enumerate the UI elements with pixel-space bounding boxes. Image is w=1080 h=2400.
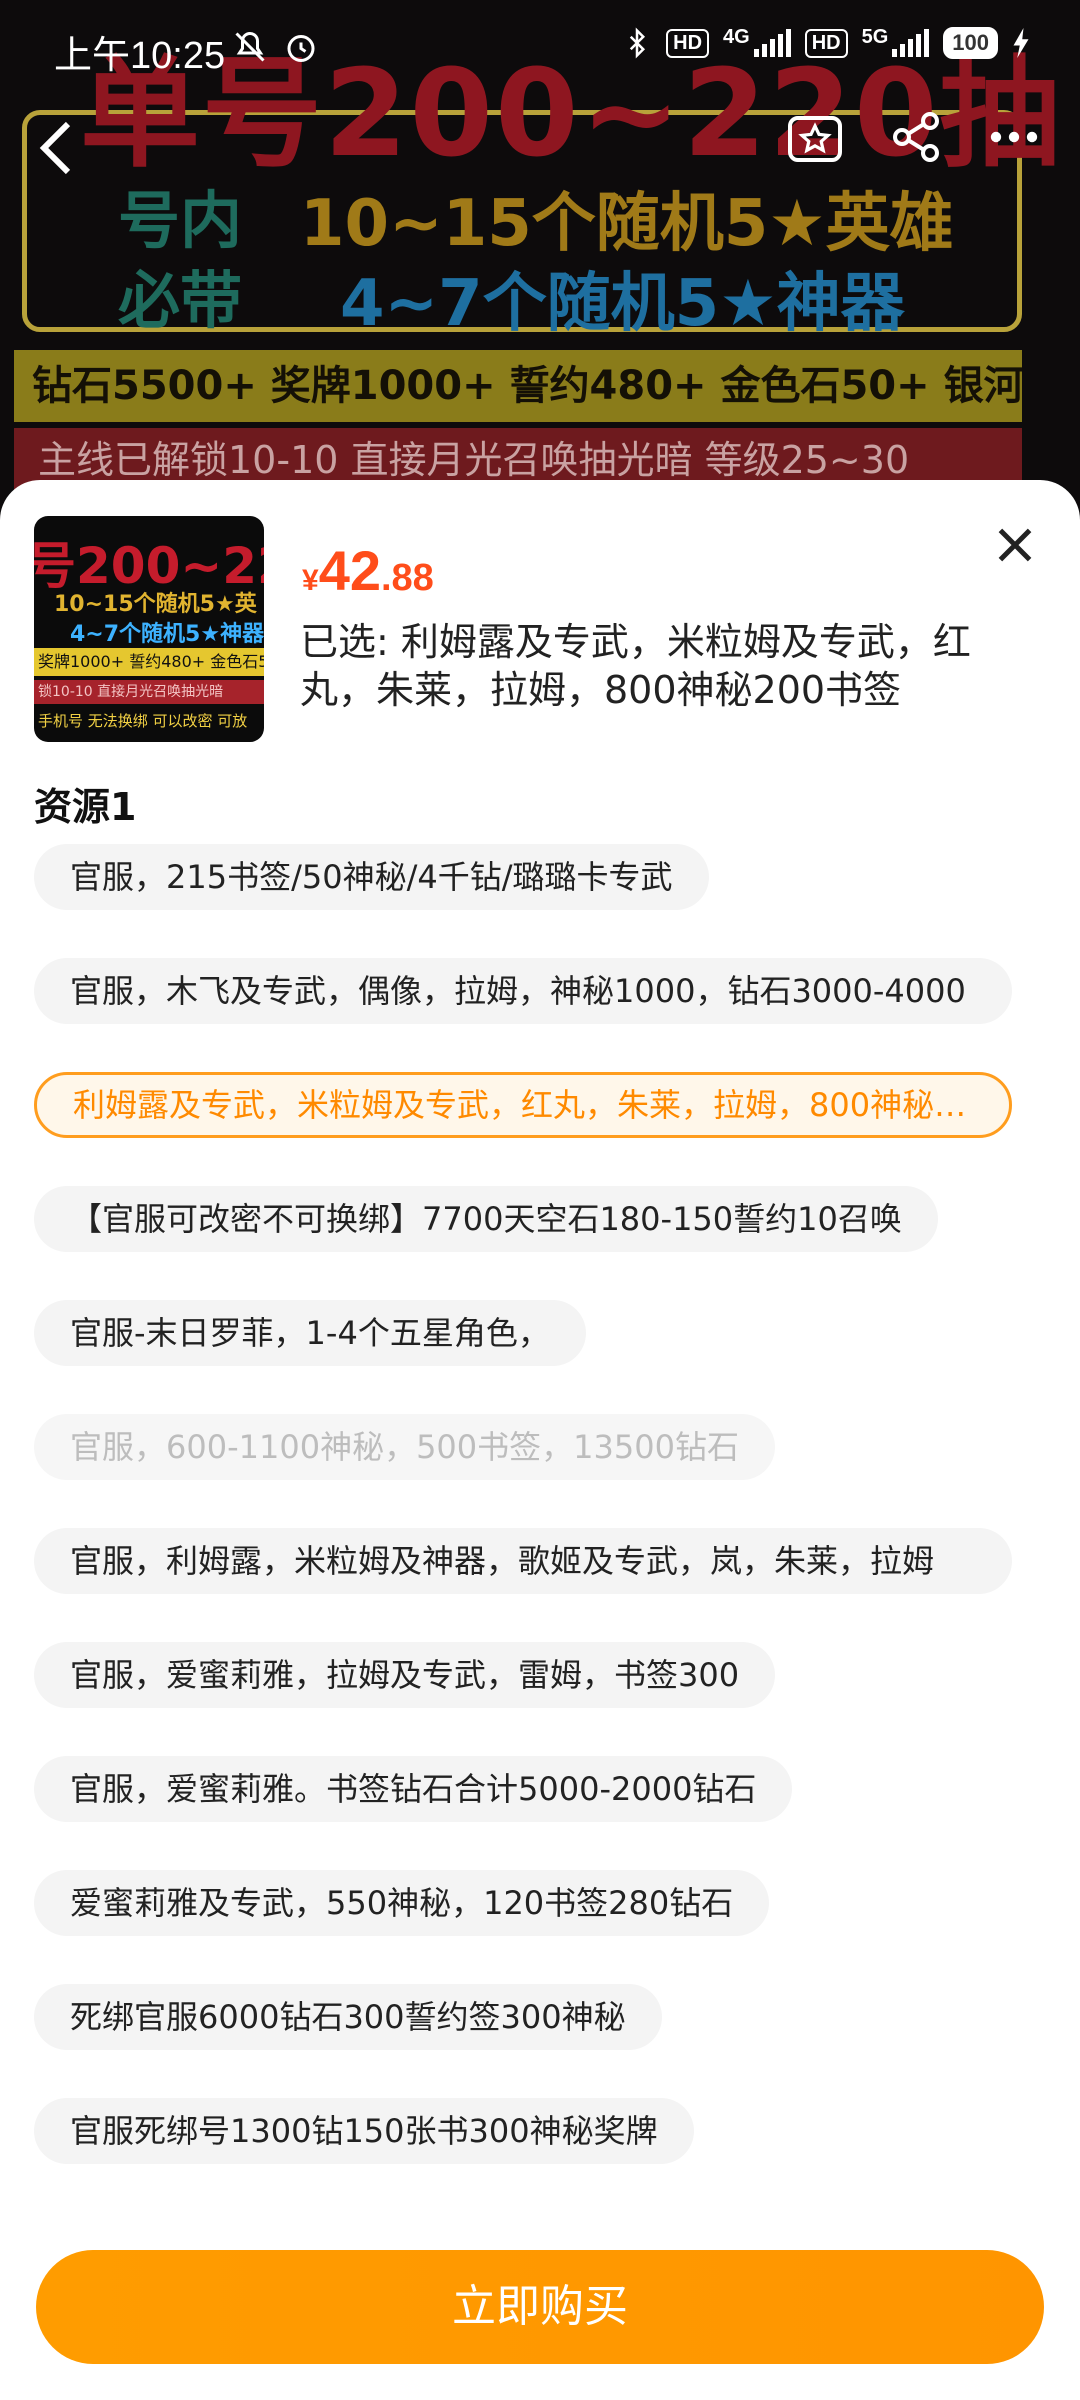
charging-icon bbox=[1013, 28, 1029, 58]
bluetooth-icon bbox=[629, 27, 646, 59]
banner-line-2: 4~7个随机5★神器 bbox=[340, 267, 905, 341]
option-7[interactable]: 官服，利姆露，米粒姆及神器，歌姬及专武，岚，朱莱，拉姆 bbox=[34, 1528, 1012, 1594]
favorite-icon bbox=[788, 116, 842, 162]
mute-icon bbox=[235, 32, 265, 62]
banner-left-label-1: 号内 bbox=[118, 184, 243, 257]
back-icon bbox=[39, 121, 71, 175]
alarm-icon bbox=[287, 35, 315, 63]
option-1[interactable]: 官服，215书签/50神秘/4千钻/璐璐卡专武 bbox=[34, 844, 709, 910]
share-icon bbox=[893, 112, 939, 162]
back-button[interactable] bbox=[36, 118, 76, 178]
status-bar: 上午10:25 HD 4G HD 5G 100 bbox=[0, 0, 1080, 100]
option-8[interactable]: 官服，爱蜜莉雅，拉姆及专武，雷姆，书签300 bbox=[34, 1642, 776, 1708]
share-button[interactable] bbox=[890, 111, 942, 163]
banner-left-label-2: 必带 bbox=[118, 264, 243, 337]
favorite-button[interactable] bbox=[786, 110, 844, 164]
close-icon bbox=[998, 528, 1032, 562]
more-icon bbox=[990, 131, 1038, 143]
price: ¥42.88 bbox=[302, 538, 434, 603]
network-5g: 5G bbox=[861, 26, 889, 48]
option-5[interactable]: 官服-末日罗菲，1-4个五星角色， bbox=[34, 1300, 586, 1366]
hd-badge-2: HD bbox=[804, 28, 848, 58]
sku-selection-sheet: 号200~220 10~15个随机5★英 4~7个随机5★神器 奖牌1000+ … bbox=[0, 480, 1080, 2400]
price-integer: 42 bbox=[318, 539, 381, 602]
close-button[interactable] bbox=[990, 520, 1040, 570]
thumb-line-1: 10~15个随机5★英 bbox=[54, 592, 257, 617]
status-left-icons bbox=[232, 26, 319, 65]
option-9[interactable]: 官服，爱蜜莉雅。书签钻石合计5000-2000钻石 bbox=[34, 1756, 793, 1822]
option-11[interactable]: 死绑官服6000钻石300誓约签300神秘 bbox=[34, 1984, 662, 2050]
section-title: 资源1 bbox=[34, 785, 137, 829]
option-3-selected[interactable]: 利姆露及专武，米粒姆及专武，红丸，朱莱，拉姆，800神秘200书签 bbox=[34, 1072, 1012, 1138]
selected-text: 已选: 利姆露及专武，米粒姆及专武，红丸，朱莱，拉姆，800神秘200书签 bbox=[300, 620, 971, 712]
option-2[interactable]: 官服，木飞及专武，偶像，拉姆，神秘1000，钻石3000-4000 bbox=[34, 958, 1012, 1024]
top-nav-actions bbox=[786, 110, 1040, 164]
network-4g: 4G bbox=[723, 26, 750, 48]
banner-line-1: 10~15个随机5★英雄 bbox=[300, 187, 954, 261]
hd-badge-1: HD bbox=[666, 28, 710, 58]
thumb-footer: 手机号 无法换绑 可以改密 可放 bbox=[38, 712, 248, 730]
thumb-stats: 奖牌1000+ 誓约480+ 金色石50+ bbox=[34, 648, 264, 676]
price-currency: ¥ bbox=[302, 564, 319, 597]
option-4[interactable]: 【官服可改密不可换绑】7700天空石180-150誓约10召唤 bbox=[34, 1186, 938, 1252]
option-10[interactable]: 爱蜜莉雅及专武，550神秘，120书签280钻石 bbox=[34, 1870, 770, 1936]
banner-stats: 钻石5500+ 奖牌1000+ 誓约480+ 金色石50+ 银河15+ bbox=[14, 350, 1022, 422]
option-12[interactable]: 官服死绑号1300钻150张书300神秘奖牌 bbox=[34, 2098, 694, 2164]
price-decimal: .88 bbox=[380, 557, 434, 599]
more-button[interactable] bbox=[988, 129, 1040, 145]
buy-now-button[interactable]: 立即购买 bbox=[36, 2250, 1044, 2364]
product-thumbnail[interactable]: 号200~220 10~15个随机5★英 4~7个随机5★神器 奖牌1000+ … bbox=[34, 516, 264, 742]
battery-icon: 100 bbox=[943, 27, 998, 59]
status-right-icons: HD 4G HD 5G 100 bbox=[622, 26, 1030, 60]
thumb-line-2: 4~7个随机5★神器 bbox=[70, 622, 264, 647]
status-time: 上午10:25 bbox=[54, 35, 226, 77]
signal-icon-2 bbox=[892, 29, 930, 57]
thumb-note: 锁10-10 直接月光召唤抽光暗 bbox=[34, 680, 264, 704]
option-6-disabled[interactable]: 官服，600-1100神秘，500书签，13500钻石 bbox=[34, 1414, 775, 1480]
signal-icon-1 bbox=[753, 29, 791, 57]
